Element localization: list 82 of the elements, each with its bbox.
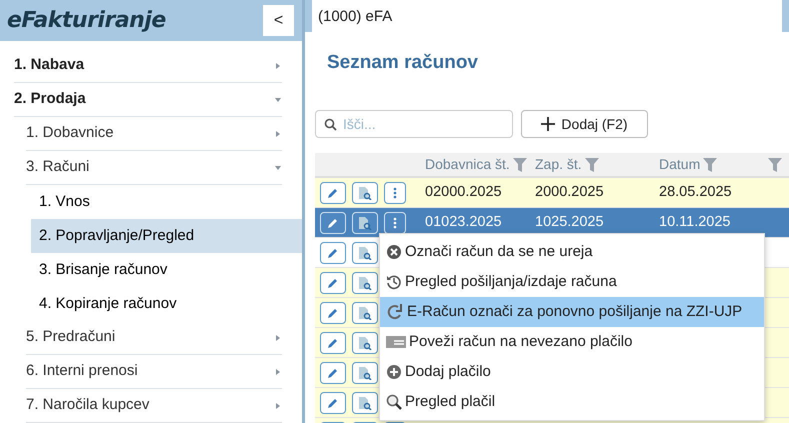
table-cell-text: 02000.2025 [424, 182, 503, 202]
menu-item[interactable]: Dodaj plačilo [380, 357, 764, 387]
collapse-button[interactable]: < [263, 5, 294, 36]
plus-icon [386, 364, 402, 380]
app-title: eFakturiranje [7, 7, 166, 35]
preview-button[interactable] [352, 182, 378, 204]
preview-button[interactable] [352, 272, 378, 294]
caret-down-icon [274, 164, 282, 172]
add-button[interactable]: Dodaj (F2) [521, 110, 648, 138]
menu-item[interactable]: Pregled pošiljanja/izdaje računa [380, 267, 764, 297]
menu-item[interactable]: Označi račun da se ne ureja [380, 237, 764, 267]
document-search-icon [358, 246, 372, 260]
caret-right-icon [274, 130, 282, 138]
sidebar-item[interactable]: 4. Kopiranje računov [31, 287, 302, 321]
edit-button[interactable] [320, 182, 346, 204]
pencil-icon [327, 336, 339, 348]
filter-icon[interactable] [584, 156, 600, 172]
table-cell-text: 01023.2025 [424, 212, 503, 232]
filter-icon[interactable] [702, 156, 718, 172]
document-search-icon [358, 186, 372, 200]
sidebar-item[interactable]: 2. Prodaja [0, 83, 302, 117]
pencil-icon [327, 276, 339, 288]
plus-icon [541, 117, 556, 131]
pencil-icon [327, 246, 339, 258]
pencil-icon [327, 186, 339, 198]
preview-button[interactable] [352, 332, 378, 354]
search-icon [386, 394, 402, 410]
edit-button[interactable] [320, 302, 346, 324]
table-cell-text: 2000.2025 [534, 182, 605, 202]
sidebar-item[interactable]: 2. Popravljanje/Pregled [31, 219, 302, 253]
table-cell-text: 28.05.2025 [658, 182, 733, 202]
pencil-icon [327, 396, 339, 408]
company-field[interactable]: (1000) eFA [312, 0, 782, 32]
document-search-icon [358, 306, 372, 320]
dots-icon [393, 186, 397, 198]
edit-button[interactable] [320, 272, 346, 294]
table-cell-text: 10.11.2025 [658, 212, 732, 232]
money-bill-icon [386, 335, 406, 349]
caret-right-icon [274, 62, 282, 70]
page-title: Seznam računov [326, 51, 479, 75]
document-search-icon [358, 276, 372, 290]
document-search-icon [358, 216, 372, 230]
search-field[interactable]: Išči... [315, 110, 513, 138]
edit-button[interactable] [320, 392, 346, 414]
preview-button[interactable] [352, 362, 378, 384]
close-icon [386, 244, 402, 260]
history-icon [386, 274, 402, 290]
sidebar-item[interactable]: 3. Računi [0, 151, 302, 185]
preview-button[interactable] [352, 392, 378, 414]
filter-icon[interactable] [512, 156, 528, 172]
dots-icon [393, 216, 397, 228]
pencil-icon [327, 306, 339, 318]
more-button[interactable] [384, 182, 406, 204]
sidebar-item[interactable]: 5. Predračuni [0, 321, 302, 355]
caret-right-icon [274, 402, 282, 410]
caret-down-icon [274, 96, 282, 104]
sidebar-item[interactable]: 7. Naročila kupcev [0, 389, 302, 423]
pencil-icon [327, 216, 339, 228]
document-search-icon [358, 396, 372, 410]
edit-button[interactable] [320, 242, 346, 264]
menu-item[interactable]: Poveži račun na nevezano plačilo [380, 327, 764, 357]
preview-button[interactable] [352, 302, 378, 324]
sidebar-item[interactable]: 1. Dobavnice [0, 117, 302, 151]
edit-button[interactable] [320, 332, 346, 354]
redo-icon [386, 303, 404, 321]
edit-button[interactable] [320, 362, 346, 384]
pencil-icon [327, 366, 339, 378]
sidebar-item[interactable]: 3. Brisanje računov [31, 253, 302, 287]
document-search-icon [358, 366, 372, 380]
sidebar-item[interactable]: 1. Nabava [0, 49, 302, 83]
search-icon [324, 118, 337, 131]
preview-button[interactable] [352, 242, 378, 264]
caret-right-icon [274, 368, 282, 376]
caret-right-icon [274, 334, 282, 342]
menu-item[interactable]: E-Račun označi za ponovno pošiljanje na ZZI-UJP [380, 297, 764, 327]
table-cell-text: 1025.2025 [534, 212, 605, 232]
sidebar-item[interactable]: 6. Interni prenosi [0, 355, 302, 389]
sidebar-item[interactable]: 1. Vnos [31, 185, 302, 219]
table-row[interactable]: 02000.2025 2000.2025 28.05.2025 [315, 178, 789, 208]
document-search-icon [358, 336, 372, 350]
filter-icon[interactable] [767, 156, 783, 172]
menu-item[interactable]: Pregled plačil [380, 387, 764, 417]
